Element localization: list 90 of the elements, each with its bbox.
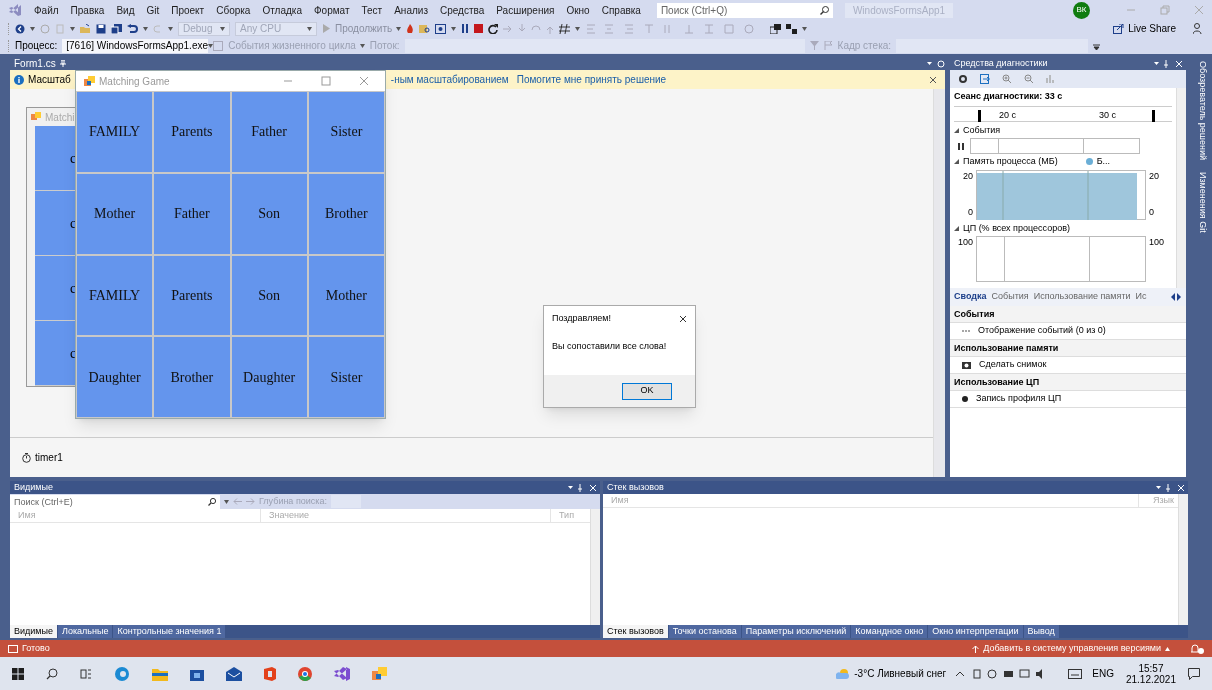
menu-item[interactable]: Вид: [116, 2, 135, 18]
game-card[interactable]: FAMILY: [77, 255, 153, 336]
menu-item[interactable]: Файл: [34, 2, 59, 18]
summary-action[interactable]: Сделать снимок: [979, 358, 1047, 372]
panel-tab[interactable]: Окно интерпретации: [928, 625, 1023, 638]
panel-tab[interactable]: Вывод: [1023, 625, 1059, 638]
game-card[interactable]: Parents: [154, 92, 230, 172]
game-card[interactable]: FAMILY: [77, 92, 153, 172]
session-label: Сеанс диагностики: 33 с: [954, 88, 1172, 107]
axis-tick: 100: [956, 236, 974, 249]
menu-item[interactable]: Окно: [566, 2, 590, 18]
menu-item[interactable]: Проект: [171, 2, 205, 18]
game-card[interactable]: Parents: [154, 255, 230, 336]
section-heading: ЦП (% всех процессоров): [963, 221, 1070, 235]
menu-item[interactable]: Расширения: [496, 2, 555, 18]
live-share-button[interactable]: Live Share: [1113, 21, 1176, 36]
diagnostics-tab[interactable]: Использование памяти: [1033, 290, 1131, 304]
side-tab[interactable]: Изменения Git: [1195, 172, 1209, 233]
menu-item[interactable]: Отладка: [262, 2, 302, 18]
search-field[interactable]: Поиск (Ctrl+Q): [656, 2, 833, 18]
game-card[interactable]: Son: [231, 255, 307, 336]
status-text: Готово: [22, 641, 50, 655]
axis-tick: 100: [1148, 236, 1166, 249]
axis-tick: 20: [1149, 169, 1160, 183]
weather-text[interactable]: -3°C Ливневый снег: [854, 666, 947, 681]
axis-tick: 20: [962, 169, 973, 183]
user-avatar[interactable]: ВК: [1073, 1, 1090, 19]
summary-action[interactable]: Отображение событий (0 из 0): [978, 324, 1106, 338]
info-message-end: -ным масштабированием: [390, 73, 509, 87]
panel-tab[interactable]: Командное окно: [851, 625, 928, 638]
help-decide-link[interactable]: Помогите мне принять решение: [516, 72, 667, 87]
component-label[interactable]: timer1: [35, 450, 63, 465]
summary-action[interactable]: Запись профиля ЦП: [976, 392, 1062, 406]
panel-tab[interactable]: Точки останова: [668, 625, 741, 638]
section-heading: События: [963, 123, 1001, 137]
ok-button[interactable]: OK: [622, 382, 672, 400]
info-message-start: Масштаб: [28, 73, 71, 87]
menu-item[interactable]: Сборка: [216, 2, 251, 18]
game-card[interactable]: Daughter: [77, 337, 153, 417]
game-card[interactable]: Mother: [308, 255, 384, 336]
game-card[interactable]: Son: [231, 173, 307, 254]
menu-item[interactable]: Формат: [313, 2, 350, 18]
source-control-button[interactable]: Добавить в систему управления версиями: [972, 641, 1170, 656]
axis-tick: 0: [1149, 206, 1155, 219]
panel-tab[interactable]: Видимые: [10, 625, 57, 638]
side-tab[interactable]: Обозреватель решений: [1195, 61, 1209, 161]
panel-title: Видимые: [14, 480, 53, 494]
clock[interactable]: 15:57 21.12.2021: [1125, 662, 1176, 685]
menu-item[interactable]: Справка: [601, 2, 641, 18]
ruler-label: 30 с: [1099, 108, 1116, 122]
menu-item[interactable]: Git: [146, 2, 160, 18]
document-tab[interactable]: Form1.cs: [10, 57, 70, 70]
diagnostics-tab[interactable]: Сводка: [954, 290, 987, 304]
game-card[interactable]: Mother: [77, 173, 153, 254]
summary-heading: Использование памяти: [950, 340, 1186, 357]
panel-tab[interactable]: Контрольные значения 1: [113, 625, 226, 638]
game-card[interactable]: Daughter: [231, 337, 307, 417]
legend-label: Б...: [1096, 155, 1111, 168]
menu-item[interactable]: Анализ: [394, 2, 428, 18]
dialog-title: Поздравляем!: [552, 312, 611, 326]
game-card[interactable]: Father: [231, 92, 307, 172]
summary-heading: События: [950, 306, 1186, 323]
panel-tab[interactable]: Локальные: [58, 625, 113, 638]
menu-item[interactable]: Средства: [439, 2, 485, 18]
thread-label: Поток:: [369, 39, 400, 53]
game-card[interactable]: Brother: [308, 173, 384, 254]
panel-tab[interactable]: Параметры исключений: [741, 625, 851, 638]
game-card[interactable]: Brother: [154, 337, 230, 417]
game-card[interactable]: Sister: [308, 92, 384, 172]
language-indicator[interactable]: ENG: [1092, 666, 1114, 681]
game-card[interactable]: Sister: [308, 337, 384, 417]
depth-label: Глубина поиска:: [259, 494, 327, 508]
summary-heading: Использование ЦП: [950, 374, 1186, 391]
window-title: Matching Game: [99, 74, 170, 89]
form-title: Matchi: [45, 110, 75, 125]
menu-item[interactable]: Тест: [361, 2, 383, 18]
process-label: Процесс:: [15, 39, 58, 53]
panel-title: Средства диагностики: [954, 56, 1048, 70]
diagnostics-tab[interactable]: Ис: [1135, 290, 1147, 304]
dialog-message: Вы сопоставили все слова!: [551, 340, 668, 353]
diagnostics-tab[interactable]: События: [991, 290, 1029, 304]
search-field[interactable]: Поиск (Ctrl+E): [10, 494, 220, 509]
axis-tick: 0: [967, 206, 973, 219]
game-card[interactable]: Father: [154, 173, 230, 254]
ruler-label: 20 с: [999, 108, 1016, 122]
panel-tab[interactable]: Стек вызовов: [603, 625, 668, 638]
section-heading: Память процесса (МБ): [963, 155, 1058, 168]
panel-title: Стек вызовов: [607, 480, 664, 494]
stack-frame-label: Кадр стека:: [837, 39, 892, 53]
menu-item[interactable]: Правка: [70, 2, 105, 18]
